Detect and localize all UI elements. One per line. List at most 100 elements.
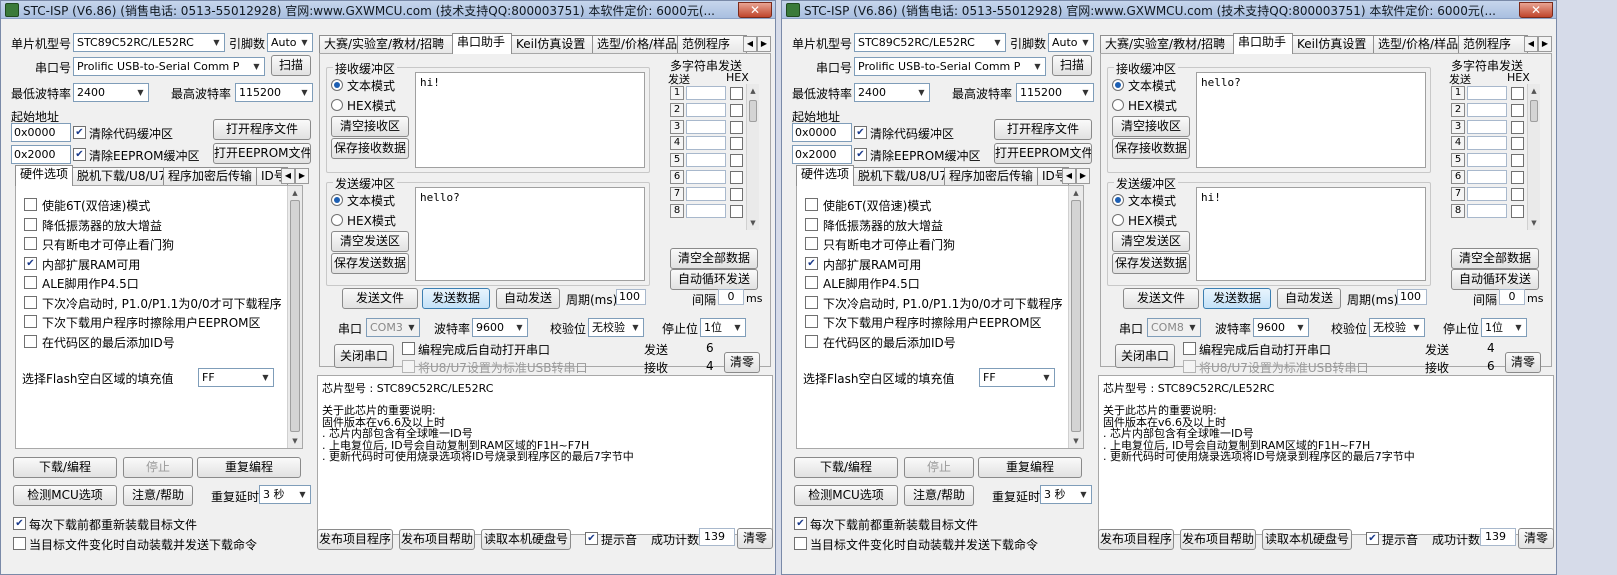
save-send-button[interactable]: 保存发送数据: [331, 253, 409, 274]
send-text-mode-radio[interactable]: [331, 194, 343, 206]
download-button[interactable]: 下载/编程: [794, 457, 898, 478]
multi-string-input[interactable]: [1467, 136, 1507, 151]
recv-hex-mode-radio[interactable]: [1112, 99, 1124, 111]
hw-tab[interactable]: 程序加密后传输: [163, 167, 257, 186]
multi-string-input[interactable]: [1467, 102, 1507, 117]
parity-select[interactable]: 无校验 ▼: [588, 318, 644, 337]
auto-cycle-button[interactable]: 自动循环发送: [670, 269, 758, 290]
chevron-left-icon[interactable]: ◀: [743, 36, 757, 52]
detect-mcu-button[interactable]: 检测MCU选项: [794, 485, 898, 506]
baud-select[interactable]: 9600 ▼: [1253, 318, 1309, 337]
reload-each-checkbox[interactable]: ✔: [13, 517, 26, 530]
flash-fill-select[interactable]: FF ▼: [198, 368, 274, 387]
stop-bits-select[interactable]: 1位 ▼: [700, 318, 746, 337]
serial-port-select[interactable]: COM3 ▼: [366, 318, 420, 337]
scan-button[interactable]: 扫描: [271, 55, 311, 76]
send-textbox[interactable]: hi!: [1196, 187, 1426, 281]
scroll-down-icon[interactable]: ▼: [1528, 216, 1540, 230]
multi-hex-checkbox[interactable]: [1511, 204, 1524, 218]
recv-hex-mode-radio[interactable]: [331, 99, 343, 111]
multi-hex-checkbox[interactable]: [730, 103, 743, 117]
multi-hex-checkbox[interactable]: [1511, 171, 1524, 184]
scroll-thumb[interactable]: [290, 200, 300, 432]
max-baud-select[interactable]: 115200 ▼: [235, 83, 313, 102]
multi-hex-checkbox[interactable]: [1511, 103, 1524, 117]
scroll-thumb[interactable]: [1530, 100, 1538, 122]
period-input[interactable]: 100: [616, 289, 646, 305]
multi-string-input[interactable]: [686, 86, 726, 100]
mcu-type-select[interactable]: STC89C52RC/LE52RC ▼: [854, 33, 1006, 52]
chevron-left-icon[interactable]: ◀: [281, 168, 295, 184]
auto-open-checkbox[interactable]: [402, 342, 415, 355]
multi-string-input[interactable]: [1467, 203, 1507, 218]
hw-tab[interactable]: 脱机下载/U8/U7: [72, 167, 164, 186]
mcu-type-select[interactable]: STC89C52RC/LE52RC ▼: [73, 33, 225, 52]
stop-bits-select[interactable]: 1位 ▼: [1481, 318, 1527, 337]
scroll-thumb[interactable]: [1071, 200, 1081, 432]
multi-hex-checkbox[interactable]: [730, 171, 743, 184]
hw-tab[interactable]: 硬件选项: [15, 165, 73, 186]
code-addr-input[interactable]: 0x0000: [792, 123, 852, 142]
interval-input[interactable]: 0: [718, 289, 744, 305]
multi-hex-checkbox[interactable]: [730, 120, 743, 134]
multi-hex-checkbox[interactable]: [730, 204, 743, 218]
multi-hex-checkbox[interactable]: [730, 154, 743, 168]
main-tab[interactable]: 选型/价格/样品: [592, 35, 678, 54]
min-baud-select[interactable]: 2400 ▼: [854, 83, 930, 102]
hw-option-checkbox[interactable]: [805, 237, 818, 250]
tab-scroll-arrows[interactable]: ◀ ▶: [1524, 35, 1554, 52]
receive-textbox[interactable]: hi!: [415, 72, 645, 168]
scan-button[interactable]: 扫描: [1052, 55, 1092, 76]
hw-option-checkbox[interactable]: [24, 198, 37, 211]
tab-scroll-arrows[interactable]: ◀ ▶: [281, 167, 311, 184]
reprogram-button[interactable]: 重复编程: [978, 457, 1082, 478]
u8u7-checkbox[interactable]: [402, 360, 415, 373]
parity-select[interactable]: 无校验 ▼: [1369, 318, 1425, 337]
scroll-up-icon[interactable]: ▲: [288, 186, 302, 200]
multi-string-scrollbar[interactable]: ▲ ▼: [746, 84, 759, 230]
read-disk-id-button[interactable]: 读取本机硬盘号: [1262, 529, 1352, 550]
stop-button[interactable]: 停止: [123, 457, 193, 478]
sound-checkbox[interactable]: ✔: [1366, 532, 1379, 545]
multi-string-input[interactable]: [686, 153, 726, 168]
multi-hex-checkbox[interactable]: [1511, 154, 1524, 168]
save-receive-button[interactable]: 保存接收数据: [1112, 138, 1190, 159]
scroll-down-icon[interactable]: ▼: [1069, 434, 1083, 448]
success-clear-button[interactable]: 清零: [737, 528, 773, 549]
multi-string-input[interactable]: [686, 203, 726, 218]
hw-tab[interactable]: 程序加密后传输: [944, 167, 1038, 186]
publish-help-button[interactable]: 发布项目帮助: [1180, 529, 1256, 550]
clear-all-button[interactable]: 清空全部数据: [1451, 248, 1539, 269]
eeprom-addr-input[interactable]: 0x2000: [792, 145, 852, 164]
scroll-down-icon[interactable]: ▼: [288, 434, 302, 448]
window-close-button[interactable]: ✕: [738, 2, 772, 18]
multi-string-input[interactable]: [686, 136, 726, 151]
send-file-button[interactable]: 发送文件: [1123, 288, 1199, 309]
publish-help-button[interactable]: 发布项目帮助: [399, 529, 475, 550]
hw-option-checkbox[interactable]: [805, 295, 818, 309]
send-text-mode-radio[interactable]: [1112, 194, 1124, 206]
code-addr-input[interactable]: 0x0000: [11, 123, 71, 142]
hw-option-checkbox[interactable]: [805, 276, 818, 289]
send-hex-mode-radio[interactable]: [331, 214, 343, 226]
multi-send-button[interactable]: 1: [670, 86, 684, 100]
main-tab[interactable]: Keil仿真设置: [1292, 35, 1374, 54]
u8u7-checkbox[interactable]: [1183, 360, 1196, 373]
auto-reload-checkbox[interactable]: [794, 537, 807, 550]
port-select[interactable]: Prolific USB-to-Serial Comm P ▼: [73, 57, 265, 76]
reprogram-button[interactable]: 重复编程: [197, 457, 301, 478]
hw-tab[interactable]: 脱机下载/U8/U7: [853, 167, 945, 186]
send-textbox[interactable]: hello?: [415, 187, 645, 281]
clear-eeprom-checkbox[interactable]: ✔: [73, 148, 86, 161]
multi-send-button[interactable]: 7: [670, 186, 684, 201]
save-send-button[interactable]: 保存发送数据: [1112, 253, 1190, 274]
hw-option-checkbox[interactable]: [24, 237, 37, 250]
auto-open-checkbox[interactable]: [1183, 342, 1196, 355]
period-input[interactable]: 100: [1397, 289, 1427, 305]
clear-send-button[interactable]: 清空发送区: [331, 231, 409, 252]
chevron-right-icon[interactable]: ▶: [295, 168, 309, 184]
hw-option-checkbox[interactable]: [24, 295, 37, 309]
window-close-button[interactable]: ✕: [1519, 2, 1553, 18]
interval-input[interactable]: 0: [1499, 289, 1525, 305]
multi-send-button[interactable]: 4: [670, 136, 684, 151]
